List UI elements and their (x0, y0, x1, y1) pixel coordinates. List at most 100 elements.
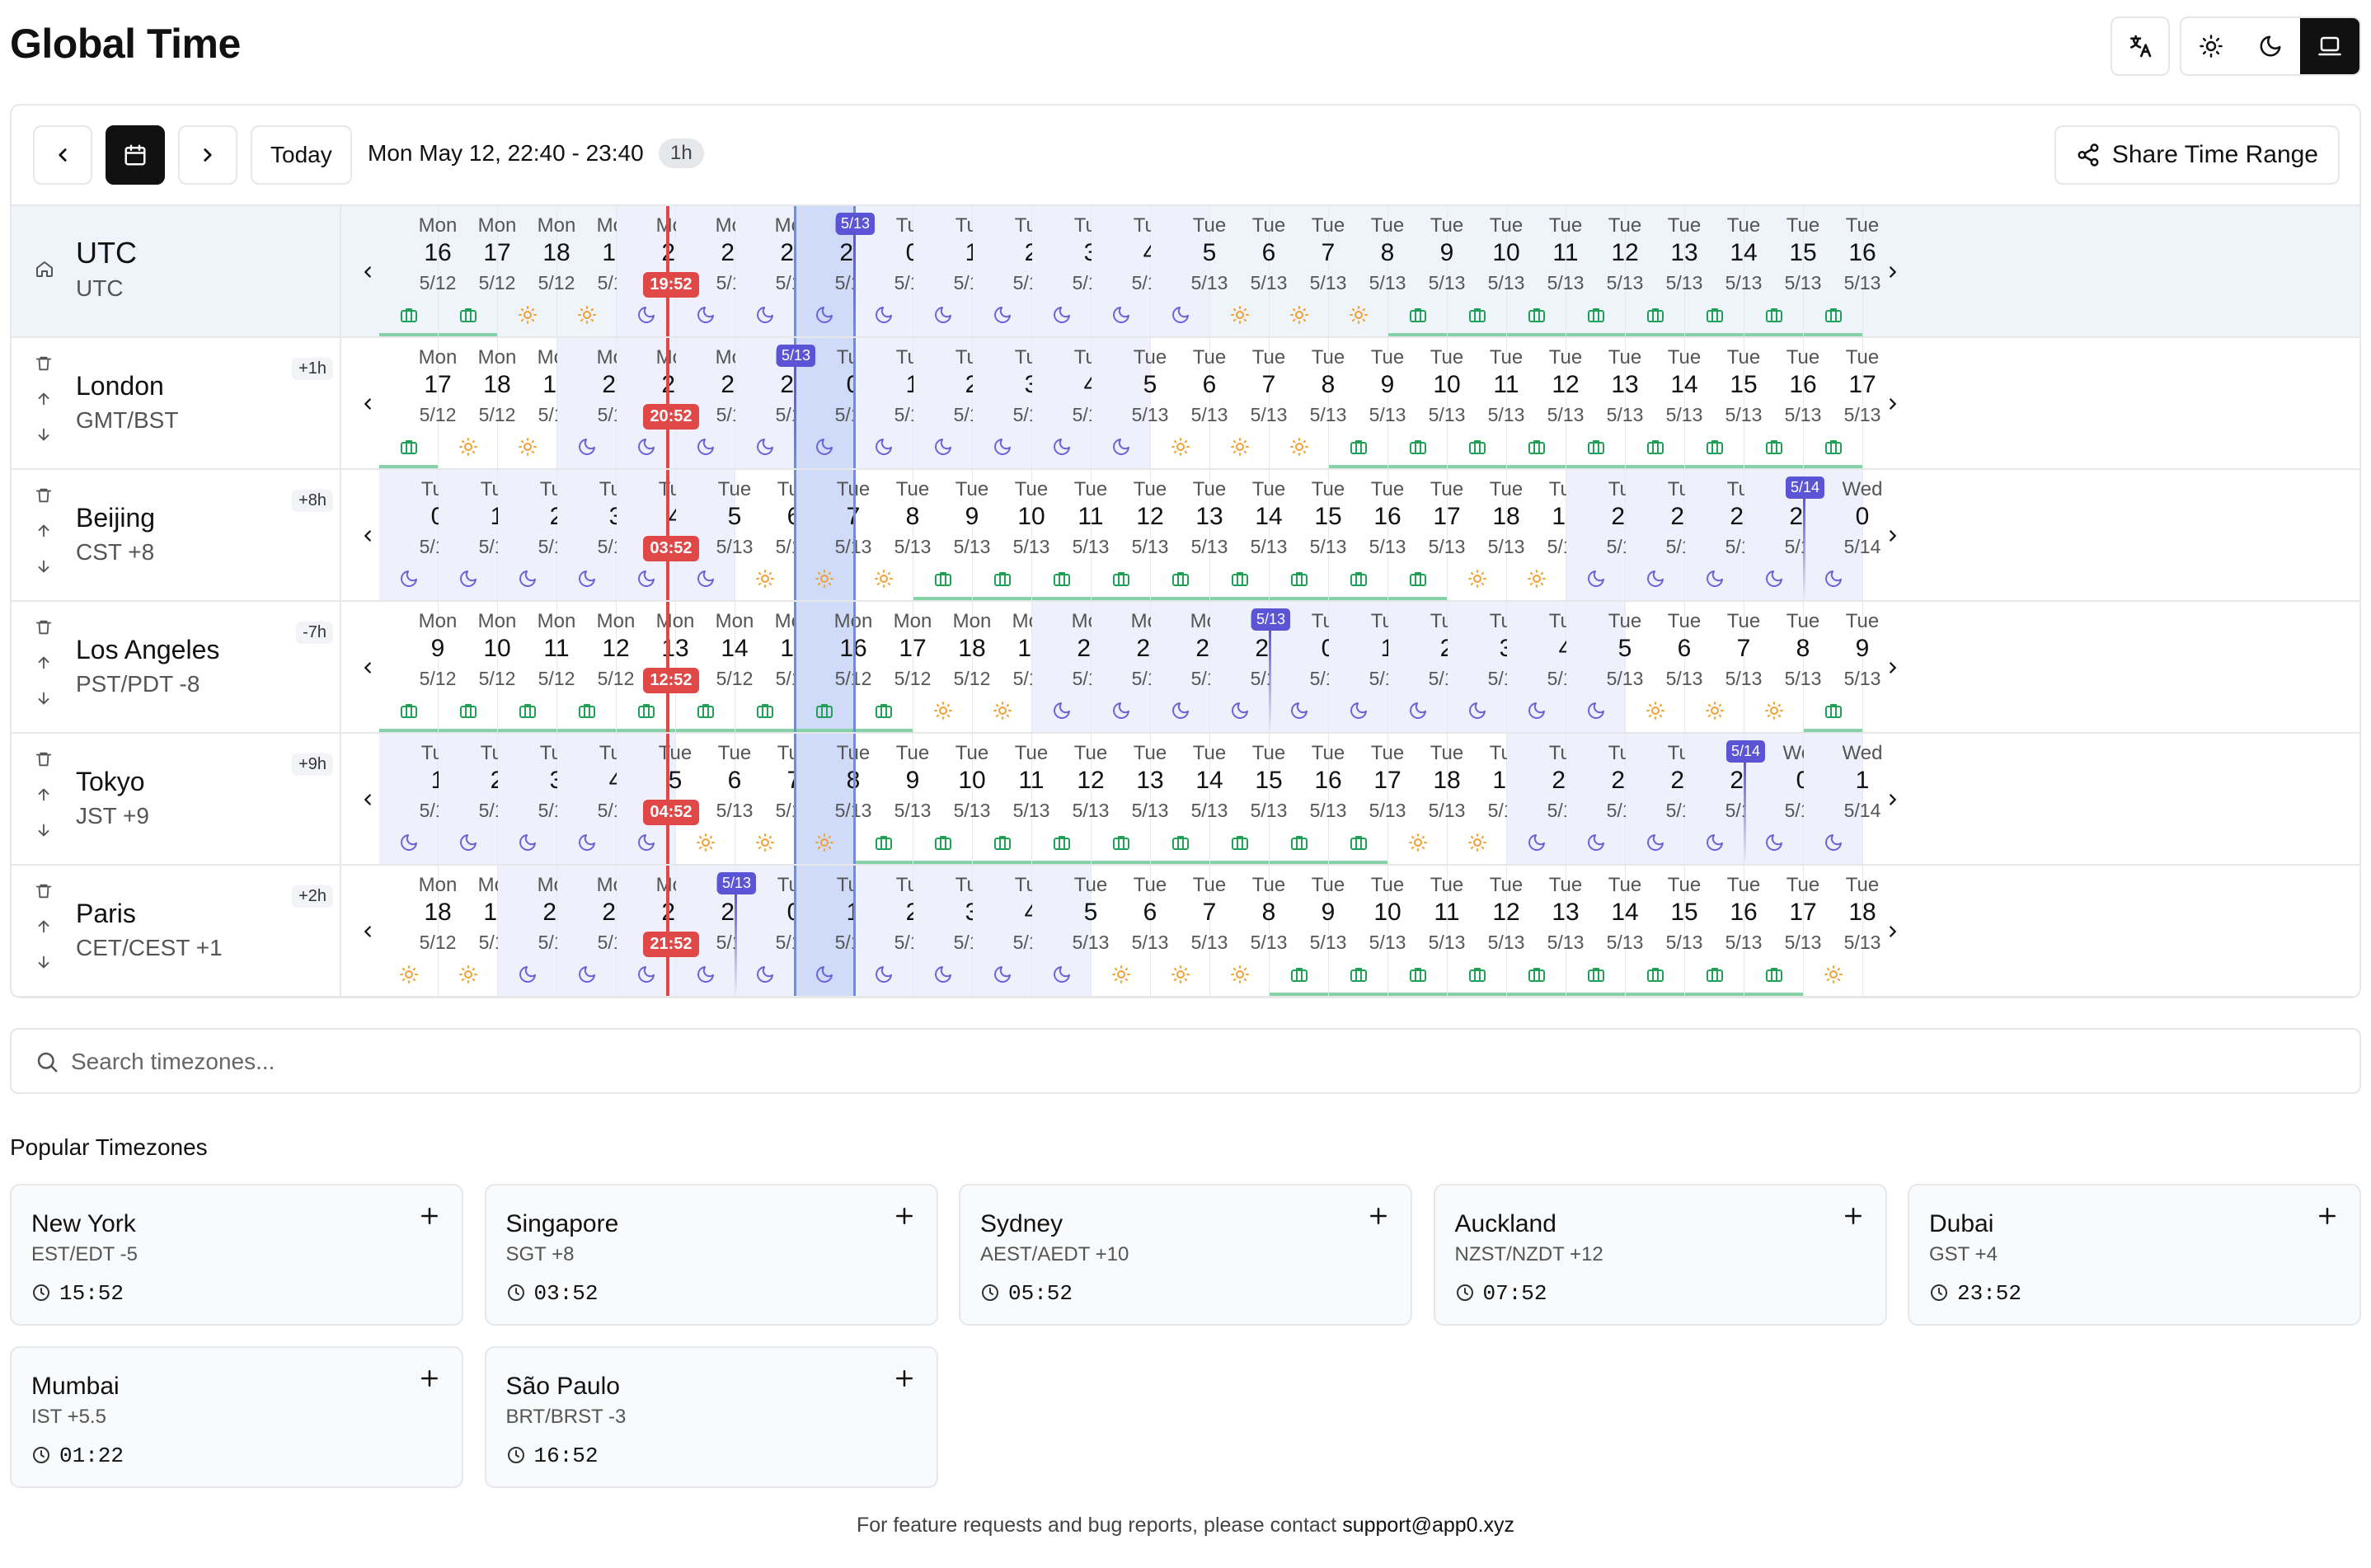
hour-cell[interactable]: Mon215/12 (1092, 602, 1169, 732)
hour-cell[interactable]: Mon 18 5/12 (439, 338, 516, 468)
add-timezone-button[interactable] (1841, 1204, 1866, 1232)
hour-cell[interactable]: Tue 16 5/13 (1329, 470, 1406, 600)
hour-cell[interactable]: Tue15/13 (913, 206, 990, 336)
hour-cell[interactable]: Mon 18 5/12 (498, 206, 575, 336)
hour-cell[interactable]: Mon155/12 (735, 602, 813, 732)
selection-start-handle[interactable] (794, 866, 796, 996)
hour-cell[interactable]: Tue45/13 (557, 734, 634, 864)
hour-cell[interactable]: Tue15/13 (1329, 602, 1406, 732)
hour-cell[interactable]: Tue 12 5/13 (1448, 866, 1524, 996)
hour-cell[interactable]: Tue65/13 (1626, 602, 1702, 732)
hour-cell[interactable]: Mon 17 5/12 (379, 338, 457, 468)
hour-cell[interactable]: Tue45/13 (1092, 206, 1168, 336)
hour-cell[interactable]: Tue 17 5/13 (1744, 866, 1821, 996)
calendar-button[interactable] (106, 125, 165, 185)
selection-start-handle[interactable] (794, 602, 796, 732)
selection-end-handle[interactable] (853, 734, 856, 864)
hour-cell[interactable]: Tue 20 5/13 (1566, 470, 1643, 600)
hour-cell[interactable]: Tue 14 5/13 (1566, 866, 1643, 996)
hour-cell[interactable]: Mon225/12 (1151, 602, 1228, 732)
hour-cell[interactable]: Mon 14 5/12 (676, 602, 754, 732)
hour-cell[interactable]: Tue 13 5/13 (1507, 866, 1584, 996)
hour-cell[interactable]: Mon165/12 (795, 602, 872, 732)
add-timezone-button[interactable] (1366, 1204, 1391, 1232)
hour-cell[interactable]: Mon205/12 (498, 866, 575, 996)
trash-icon[interactable] (35, 354, 53, 377)
next-button[interactable] (178, 125, 237, 185)
add-timezone-button[interactable] (892, 1366, 917, 1395)
hour-cell[interactable]: Tue 22 5/13 (1685, 470, 1762, 600)
arrow-up-icon[interactable] (35, 390, 53, 412)
hour-cell[interactable]: Tue 10 5/13 (973, 470, 1049, 600)
hour-cell[interactable]: Tue 13 5/13 (1626, 206, 1702, 336)
today-button[interactable]: Today (251, 125, 352, 185)
hour-cell[interactable]: Mon 19 5/12 (973, 602, 1050, 732)
hour-cell[interactable]: Tue 9 5/13 (1388, 206, 1465, 336)
hour-cell[interactable]: Tue 3 5/13 (973, 338, 1049, 468)
hour-cell[interactable]: Tue 11 5/13 (1507, 206, 1584, 336)
arrow-down-icon[interactable] (35, 689, 53, 711)
hour-cell[interactable]: Tue 2 5/13 (498, 470, 575, 600)
arrow-down-icon[interactable] (35, 953, 53, 975)
arrow-up-icon[interactable] (35, 786, 53, 808)
hour-cell[interactable]: Tue 14 5/13 (1685, 206, 1762, 336)
scroll-right-button[interactable] (1876, 915, 1909, 948)
hour-cell[interactable]: Tue 18 5/13 (1804, 866, 1880, 996)
hour-cell[interactable]: Mon205/12 (557, 338, 635, 468)
hour-cell[interactable]: Tue05/13 (379, 470, 456, 600)
arrow-up-icon[interactable] (35, 522, 53, 544)
add-timezone-button[interactable] (892, 1204, 917, 1232)
hour-cell[interactable]: Tue 3 5/13 (498, 734, 575, 864)
hour-cell[interactable]: Tue 11 5/13 (973, 734, 1049, 864)
hour-cell[interactable]: Tue75/13 (1270, 206, 1346, 336)
hour-cell[interactable]: Tue85/13 (1270, 338, 1346, 468)
hour-cell[interactable]: Tue75/13 (1210, 338, 1287, 468)
hour-cell[interactable]: Tue45/13 (1507, 602, 1584, 732)
hour-cell[interactable]: Tue55/13 (676, 470, 753, 600)
hour-cell[interactable]: Tue 2 5/13 (439, 734, 515, 864)
hour-cell[interactable]: Tue 16 5/13 (1685, 866, 1762, 996)
hour-cell[interactable]: Tue 12 5/13 (1507, 338, 1584, 468)
hour-cell[interactable]: Tue 11 5/13 (1032, 470, 1109, 600)
hour-cell[interactable]: Tue 19 5/13 (1448, 734, 1524, 864)
hour-cell[interactable]: Tue 15 5/13 (1685, 338, 1762, 468)
hour-cell[interactable]: Tue 15 5/13 (1626, 866, 1702, 996)
hour-cell[interactable]: Mon225/12 (735, 206, 813, 336)
support-email-link[interactable]: support@app0.xyz (1342, 1514, 1514, 1537)
hour-cell[interactable]: Tue 10 5/13 (1448, 206, 1524, 336)
hour-cell[interactable]: Mon 19 5/12 (439, 866, 516, 996)
hour-cell[interactable]: Mon 18 5/12 (913, 602, 991, 732)
add-timezone-button[interactable] (2315, 1204, 2340, 1232)
selection-start-handle[interactable] (794, 470, 796, 600)
hour-cell[interactable]: Tue 9 5/13 (1270, 866, 1346, 996)
dark-theme-button[interactable] (2241, 18, 2300, 74)
hour-cell[interactable]: Tue55/13 (1151, 206, 1228, 336)
hour-cell[interactable]: Tue 17 5/13 (1388, 470, 1465, 600)
hour-cell[interactable]: Tue75/13 (795, 470, 871, 600)
hour-cell[interactable]: Tue85/13 (1744, 602, 1821, 732)
hour-cell[interactable]: Mon205/12 (1032, 602, 1110, 732)
hour-cell[interactable]: Tue 16 5/13 (1804, 206, 1880, 336)
hour-cell[interactable]: Mon 19 5/12 (557, 206, 635, 336)
hour-cell[interactable]: Tue 19 5/13 (1507, 470, 1584, 600)
selection-end-handle[interactable] (853, 602, 856, 732)
hour-cell[interactable]: Tue85/13 (854, 470, 931, 600)
add-timezone-button[interactable] (417, 1366, 442, 1395)
hour-cell[interactable]: Tue 9 5/13 (1804, 602, 1880, 732)
hour-cell[interactable]: Mon 11 5/12 (498, 602, 575, 732)
hour-cell[interactable]: Tue 3 5/13 (1448, 602, 1524, 732)
hour-cell[interactable]: Tue 2 5/13 (973, 206, 1049, 336)
prev-button[interactable] (33, 125, 92, 185)
hour-cell[interactable]: Tue 13 5/13 (1151, 470, 1228, 600)
hour-cell[interactable]: Mon165/12 (379, 206, 457, 336)
hour-cell[interactable]: Tue 2 5/13 (913, 338, 990, 468)
hour-cell[interactable]: Tue 10 5/13 (1329, 866, 1406, 996)
trash-icon[interactable] (35, 882, 53, 904)
hour-cell[interactable]: Tue65/13 (676, 734, 753, 864)
hour-cell[interactable]: Mon 10 5/12 (439, 602, 516, 732)
hour-cell[interactable]: Tue75/13 (1151, 866, 1228, 996)
selection-end-handle[interactable] (853, 338, 856, 468)
hour-cell[interactable]: Tue 15 5/13 (1744, 206, 1821, 336)
trash-icon[interactable] (35, 486, 53, 509)
hour-cell[interactable]: Tue 22 5/13 (1626, 734, 1702, 864)
